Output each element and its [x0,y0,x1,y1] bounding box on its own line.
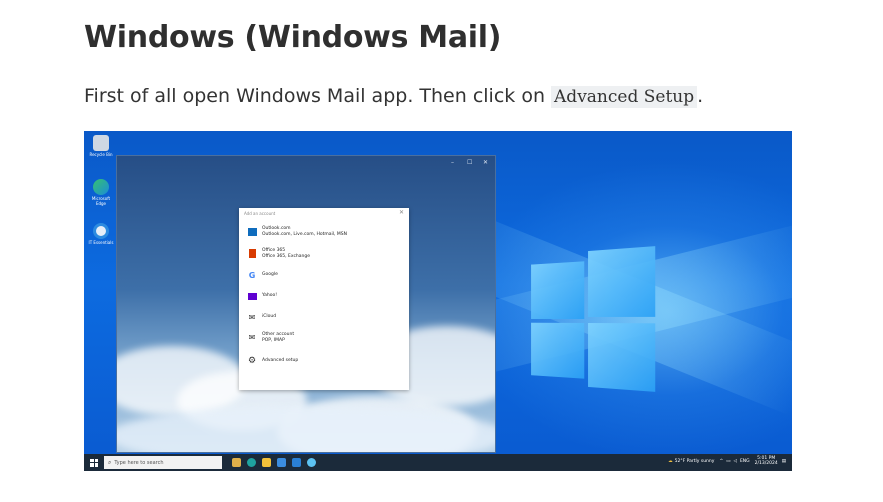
search-placeholder: Type here to search [114,459,164,466]
maximize-button[interactable]: ☐ [467,159,472,166]
office-icon [247,249,257,259]
taskbar: ⌕ Type here to search ☁ 52°F Partly sunn… [84,454,792,471]
google-icon: G [248,270,256,280]
weather-icon: ☁ [668,458,673,464]
close-button[interactable]: ✕ [483,159,488,166]
language-indicator[interactable]: ENG [740,459,750,464]
account-name: Advanced setup [262,358,299,364]
start-button[interactable] [88,457,100,469]
account-name: iCloud [262,314,277,320]
clock[interactable]: 5:01 PM 2/13/2024 [755,456,778,466]
tray-chevron-icon[interactable]: ^ [719,459,723,464]
intro-suffix: . [697,85,704,107]
file-explorer-icon[interactable] [262,458,271,467]
store-icon[interactable] [277,458,286,467]
intro-text: First of all open Windows Mail app. Then… [84,85,552,107]
desktop-icon-label: Microsoft Edge [91,196,111,206]
outlook-icon [247,227,257,237]
mail-taskbar-icon[interactable] [292,458,301,467]
desktop-icon-app[interactable]: IT Essentials [88,223,114,245]
account-name: Yahoo! [262,293,278,299]
account-option-yahoo[interactable]: Yahoo! [247,291,277,301]
account-option-advanced-setup[interactable]: ⚙ Advanced setup [247,356,298,366]
dialog-close-button[interactable]: ✕ [399,209,404,216]
task-view-icon[interactable] [232,458,241,467]
icloud-mail-icon: ✉ [248,312,256,322]
account-option-other[interactable]: ✉ Other account POP, IMAP [247,332,295,343]
volume-icon[interactable]: ◁ [733,459,736,464]
windows-screenshot: Recycle Bin Microsoft Edge IT Essentials… [84,131,792,471]
app-icon [93,223,109,239]
recycle-bin-icon [93,135,109,151]
yahoo-icon [247,291,257,301]
network-icon[interactable]: ▭ [726,459,730,464]
desktop-icon-label: Recycle Bin [89,152,113,157]
taskbar-search[interactable]: ⌕ Type here to search [104,456,222,469]
desktop-icon-edge[interactable]: Microsoft Edge [88,179,114,206]
intro-paragraph: First of all open Windows Mail app. Then… [84,85,704,108]
account-option-outlook[interactable]: Outlook.com Outlook.com, Live.com, Hotmai… [247,226,347,237]
dialog-title: Add an account [244,211,276,216]
mail-window: – ☐ ✕ Add an account ✕ Outlook.com Outloo… [116,155,496,453]
add-account-dialog: Add an account ✕ Outlook.com Outlook.com,… [239,208,409,390]
account-option-icloud[interactable]: ✉ iCloud [247,312,276,322]
edge-taskbar-icon[interactable] [247,458,256,467]
account-name: Google [262,272,278,278]
weather-text[interactable]: 52°F Partly sunny [675,459,715,464]
account-option-office365[interactable]: Office 365 Office 365, Exchange [247,248,310,259]
inline-code: Advanced Setup [551,86,698,108]
account-desc: Office 365, Exchange [262,253,311,259]
page-title: Windows (Windows Mail) [84,20,502,55]
system-tray: ☁ 52°F Partly sunny ^ ▭ ◁ ENG 5:01 PM 2/… [668,456,786,466]
gear-icon: ⚙ [247,356,257,366]
edge-icon [93,179,109,195]
mail-icon: ✉ [248,333,256,342]
account-option-google[interactable]: G Google [247,270,278,280]
account-desc: Outlook.com, Live.com, Hotmail, MSN [262,231,348,237]
notification-icon[interactable]: ▤ [782,459,786,464]
app-taskbar-icon[interactable] [307,458,316,467]
search-icon: ⌕ [108,458,112,466]
desktop-icon-label: IT Essentials [88,240,114,245]
desktop-icon-recycle-bin[interactable]: Recycle Bin [88,135,114,157]
minimize-button[interactable]: – [451,159,454,166]
windows-logo [531,246,656,392]
clock-date: 2/13/2024 [754,461,778,466]
account-name: Other account [262,332,295,337]
account-desc: POP, IMAP [262,337,285,343]
